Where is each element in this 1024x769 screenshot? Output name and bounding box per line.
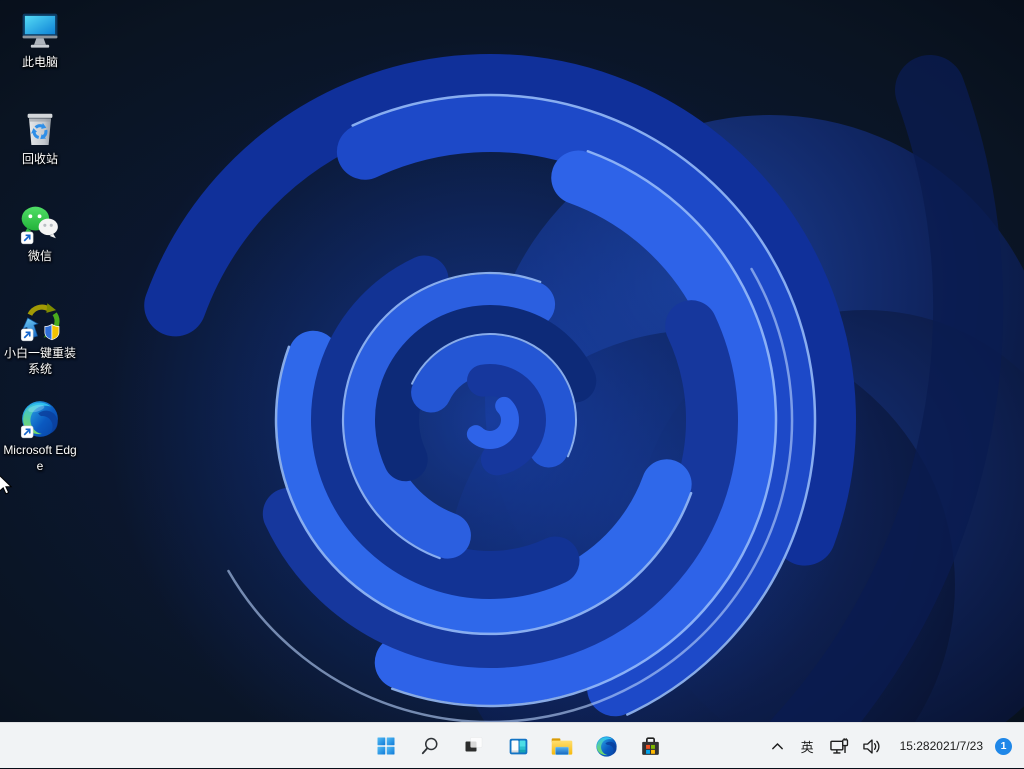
edge-icon [18,397,62,441]
desktop-icon-recycle-bin[interactable]: 回收站 [1,101,79,198]
shortcut-arrow-overlay [20,328,34,342]
notification-count: 1 [1000,740,1007,752]
desktop-icon-label: 此电脑 [21,55,58,69]
edge-icon [595,735,617,757]
taskbar: 英 15:28 2021/7/23 1 [0,722,1024,768]
desktop-icon-wechat[interactable]: 微信 [1,198,79,295]
speaker-icon [862,738,880,754]
clock[interactable]: 15:28 2021/7/23 [890,726,989,766]
task-view-icon [465,737,483,752]
start-button[interactable] [366,726,406,766]
desktop-icon-xiaobai-reinstall[interactable]: 小白一键重装系统 [1,295,79,392]
tray-date: 2021/7/23 [929,738,983,753]
tray-time: 15:28 [899,738,930,753]
desktop-icon-label: 微信 [27,249,52,263]
notification-badge[interactable]: 1 [995,737,1012,755]
desktop-icon-label: Microsoft Edge [3,443,77,473]
recycle-bin-icon [18,106,62,150]
wallpaper-bloom [0,0,1024,769]
widgets-icon [509,738,527,754]
monitor-icon [18,9,62,53]
file-explorer-button[interactable] [542,726,582,766]
network-button[interactable] [824,726,855,766]
windows-logo-icon [377,737,395,755]
ime-label: 英 [800,739,814,755]
store-button[interactable] [630,726,670,766]
store-bag-icon [641,736,659,755]
shortcut-arrow-overlay [20,425,34,439]
volume-button[interactable] [857,726,888,766]
task-view-button[interactable] [454,726,494,766]
desktop-icon-grid: 此电脑 回收站 微信 小白一键重装系统 Microsoft Edge [1,4,79,489]
chevron-up-icon [771,742,783,749]
desktop-icon-this-pc[interactable]: 此电脑 [1,4,79,101]
taskbar-center-buttons [366,723,670,769]
hidden-icons-chevron[interactable] [764,726,791,766]
desktop-icon-microsoft-edge[interactable]: Microsoft Edge [1,392,79,489]
reinstall-arrows-shield-icon [18,300,62,344]
search-icon [421,737,438,755]
desktop-icon-label: 小白一键重装系统 [3,346,76,376]
edge-button[interactable] [586,726,626,766]
shortcut-arrow-overlay [20,231,34,245]
search-button[interactable] [410,726,450,766]
folder-icon [551,738,573,755]
wired-network-icon [829,737,848,754]
ime-indicator[interactable]: 英 [793,726,822,766]
wechat-icon [18,203,62,247]
widgets-button[interactable] [498,726,538,766]
desktop-icon-label: 回收站 [21,152,58,166]
system-tray: 英 15:28 2021/7/23 1 [764,723,1016,769]
